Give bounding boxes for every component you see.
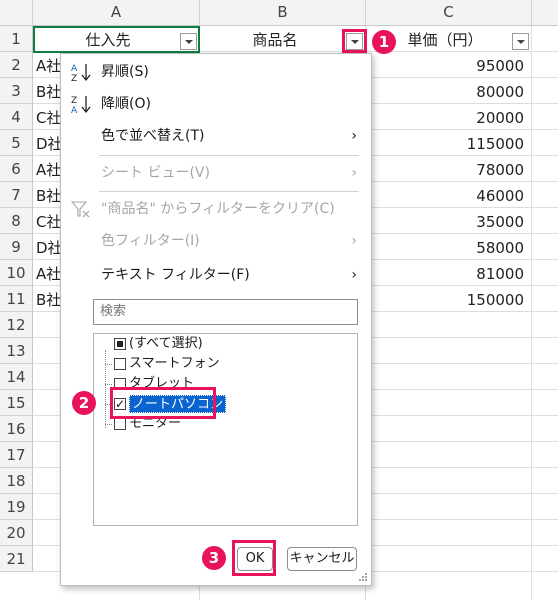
active-cell-border: [33, 26, 200, 53]
row-header[interactable]: 2: [0, 52, 33, 78]
callout-badge-3: 3: [202, 546, 226, 570]
cell-c10[interactable]: 81000: [366, 261, 532, 287]
cell-c9[interactable]: 58000: [366, 235, 532, 261]
chevron-right-icon: ›: [351, 165, 357, 181]
menu-divider: [99, 155, 359, 156]
color-filter-item: 色フィルター(I) ›: [61, 225, 371, 257]
cell-c1[interactable]: 単価（円）: [380, 27, 510, 53]
cell-a4[interactable]: C社: [36, 105, 60, 131]
select-all-corner[interactable]: [0, 0, 33, 26]
callout-box-laptop: [110, 387, 216, 419]
cell-c5[interactable]: 115000: [366, 131, 532, 157]
clear-filter-item: "商品名" からフィルターをクリア(C): [61, 193, 371, 225]
sheet-view-label: シート ビュー(V): [101, 165, 210, 181]
row-header[interactable]: 14: [0, 364, 33, 390]
cell-a7[interactable]: B社: [36, 183, 60, 209]
sheet-view-item: シート ビュー(V) ›: [61, 157, 371, 189]
row-header[interactable]: 13: [0, 338, 33, 364]
row-header[interactable]: 3: [0, 78, 33, 104]
sort-ascending-item[interactable]: A Z 昇順(S): [61, 56, 371, 88]
row-header[interactable]: 1: [0, 26, 33, 52]
checkbox-unchecked[interactable]: [114, 358, 126, 370]
row-header[interactable]: 7: [0, 182, 33, 208]
callout-box-ok: [232, 540, 276, 576]
sort-descending-item[interactable]: Z A 降順(O): [61, 88, 371, 120]
callout-box-filter-button: [342, 29, 367, 53]
column-header-next[interactable]: [532, 0, 558, 26]
clear-filter-icon: [71, 201, 90, 218]
cell-b1[interactable]: 商品名: [200, 27, 350, 53]
cell-c8[interactable]: 35000: [366, 209, 532, 235]
resize-grip-icon[interactable]: [358, 572, 368, 582]
checkbox-unchecked[interactable]: [114, 418, 126, 430]
chevron-right-icon: ›: [351, 267, 357, 283]
tree-connector: [105, 424, 112, 425]
text-filter-label: テキスト フィルター(F): [101, 267, 250, 283]
cancel-button[interactable]: キャンセル: [287, 547, 357, 571]
cell-c11[interactable]: 150000: [366, 287, 532, 313]
row-header[interactable]: 11: [0, 286, 33, 312]
filter-dropdown-c[interactable]: [512, 33, 529, 50]
filter-value-list[interactable]: (すべて選択) スマートフォン タブレット ノートパソコン モニター: [93, 333, 358, 526]
cell-a10[interactable]: A社: [36, 261, 60, 287]
row-header[interactable]: 4: [0, 104, 33, 130]
chevron-right-icon: ›: [351, 128, 357, 144]
cell-a11[interactable]: B社: [36, 287, 60, 313]
callout-badge-2: 2: [72, 391, 96, 415]
cell-a9[interactable]: D社: [36, 235, 60, 261]
row-header[interactable]: 6: [0, 156, 33, 182]
search-input[interactable]: 検索: [93, 299, 358, 325]
row-header[interactable]: 18: [0, 468, 33, 494]
tree-connector: [105, 350, 106, 428]
filter-menu: A Z 昇順(S) Z A 降順(O) 色で並べ替え(T) › シート ビュー(…: [60, 53, 372, 586]
cell-a6[interactable]: A社: [36, 157, 60, 183]
sort-ascending-icon: A Z: [71, 64, 91, 82]
cell-c2[interactable]: 95000: [366, 53, 532, 79]
row-header[interactable]: 19: [0, 494, 33, 520]
svg-text:A: A: [71, 64, 78, 74]
sort-by-color-item[interactable]: 色で並べ替え(T) ›: [61, 120, 371, 152]
cell-c3[interactable]: 80000: [366, 79, 532, 105]
cell-a5[interactable]: D社: [36, 131, 60, 157]
chevron-right-icon: ›: [351, 233, 357, 249]
sort-descending-icon: Z A: [71, 96, 91, 114]
row-header[interactable]: 15: [0, 390, 33, 416]
menu-divider: [99, 191, 359, 192]
color-filter-label: 色フィルター(I): [101, 233, 200, 249]
column-header-c[interactable]: C: [366, 0, 532, 26]
row-header[interactable]: 21: [0, 546, 33, 572]
row-header[interactable]: 12: [0, 312, 33, 338]
list-item-label: (すべて選択): [129, 336, 203, 351]
cell-a3[interactable]: B社: [36, 79, 60, 105]
row-header[interactable]: 20: [0, 520, 33, 546]
row-header[interactable]: 16: [0, 416, 33, 442]
column-header-b[interactable]: B: [200, 0, 366, 26]
cell-a2[interactable]: A社: [36, 53, 60, 79]
svg-text:A: A: [71, 106, 78, 114]
svg-text:Z: Z: [71, 74, 77, 82]
row-header[interactable]: 10: [0, 260, 33, 286]
cell-a8[interactable]: C社: [36, 209, 60, 235]
tree-connector: [105, 364, 112, 365]
sort-ascending-label: 昇順(S): [101, 64, 149, 80]
column-header-a[interactable]: A: [33, 0, 200, 26]
cell-c6[interactable]: 78000: [366, 157, 532, 183]
cell-c4[interactable]: 20000: [366, 105, 532, 131]
sort-descending-label: 降順(O): [101, 96, 151, 112]
list-item-label: スマートフォン: [129, 356, 220, 371]
cell-c7[interactable]: 46000: [366, 183, 532, 209]
row-header[interactable]: 8: [0, 208, 33, 234]
callout-badge-1: 1: [372, 30, 396, 54]
checkbox-partial[interactable]: [114, 338, 126, 350]
tree-connector: [105, 384, 112, 385]
clear-filter-label: "商品名" からフィルターをクリア(C): [101, 201, 335, 217]
row-header[interactable]: 9: [0, 234, 33, 260]
sort-by-color-label: 色で並べ替え(T): [101, 128, 205, 144]
text-filter-item[interactable]: テキスト フィルター(F) ›: [61, 259, 371, 291]
svg-text:Z: Z: [71, 96, 77, 106]
row-header[interactable]: 5: [0, 130, 33, 156]
row-header[interactable]: 17: [0, 442, 33, 468]
